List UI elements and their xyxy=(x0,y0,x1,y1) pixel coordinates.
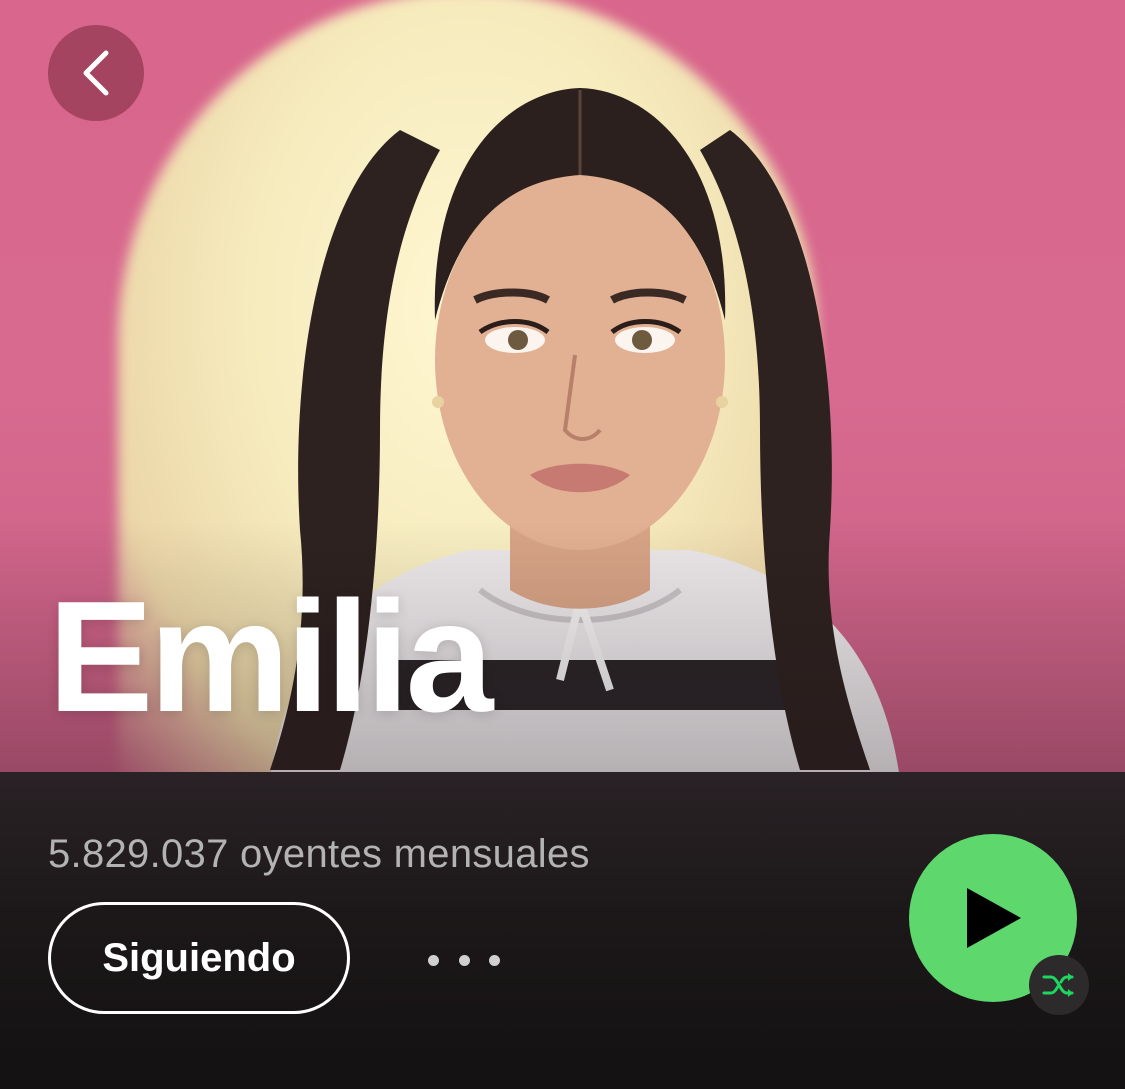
more-options-button[interactable] xyxy=(428,942,500,978)
following-button[interactable]: Siguiendo xyxy=(48,902,350,1014)
monthly-listeners: 5.829.037 oyentes mensuales xyxy=(48,832,590,876)
artist-hero: Emilia xyxy=(0,0,1125,772)
more-horizontal-icon xyxy=(489,954,500,966)
chevron-left-icon xyxy=(83,50,109,96)
artist-actions-panel: 5.829.037 oyentes mensuales Siguiendo xyxy=(0,772,1125,1089)
artist-name: Emilia xyxy=(48,569,493,745)
shuffle-button[interactable] xyxy=(1029,955,1089,1015)
shuffle-icon xyxy=(1042,973,1074,997)
play-icon xyxy=(967,888,1021,948)
back-button[interactable] xyxy=(48,25,144,121)
more-horizontal-icon xyxy=(428,954,439,966)
more-horizontal-icon xyxy=(458,954,470,966)
